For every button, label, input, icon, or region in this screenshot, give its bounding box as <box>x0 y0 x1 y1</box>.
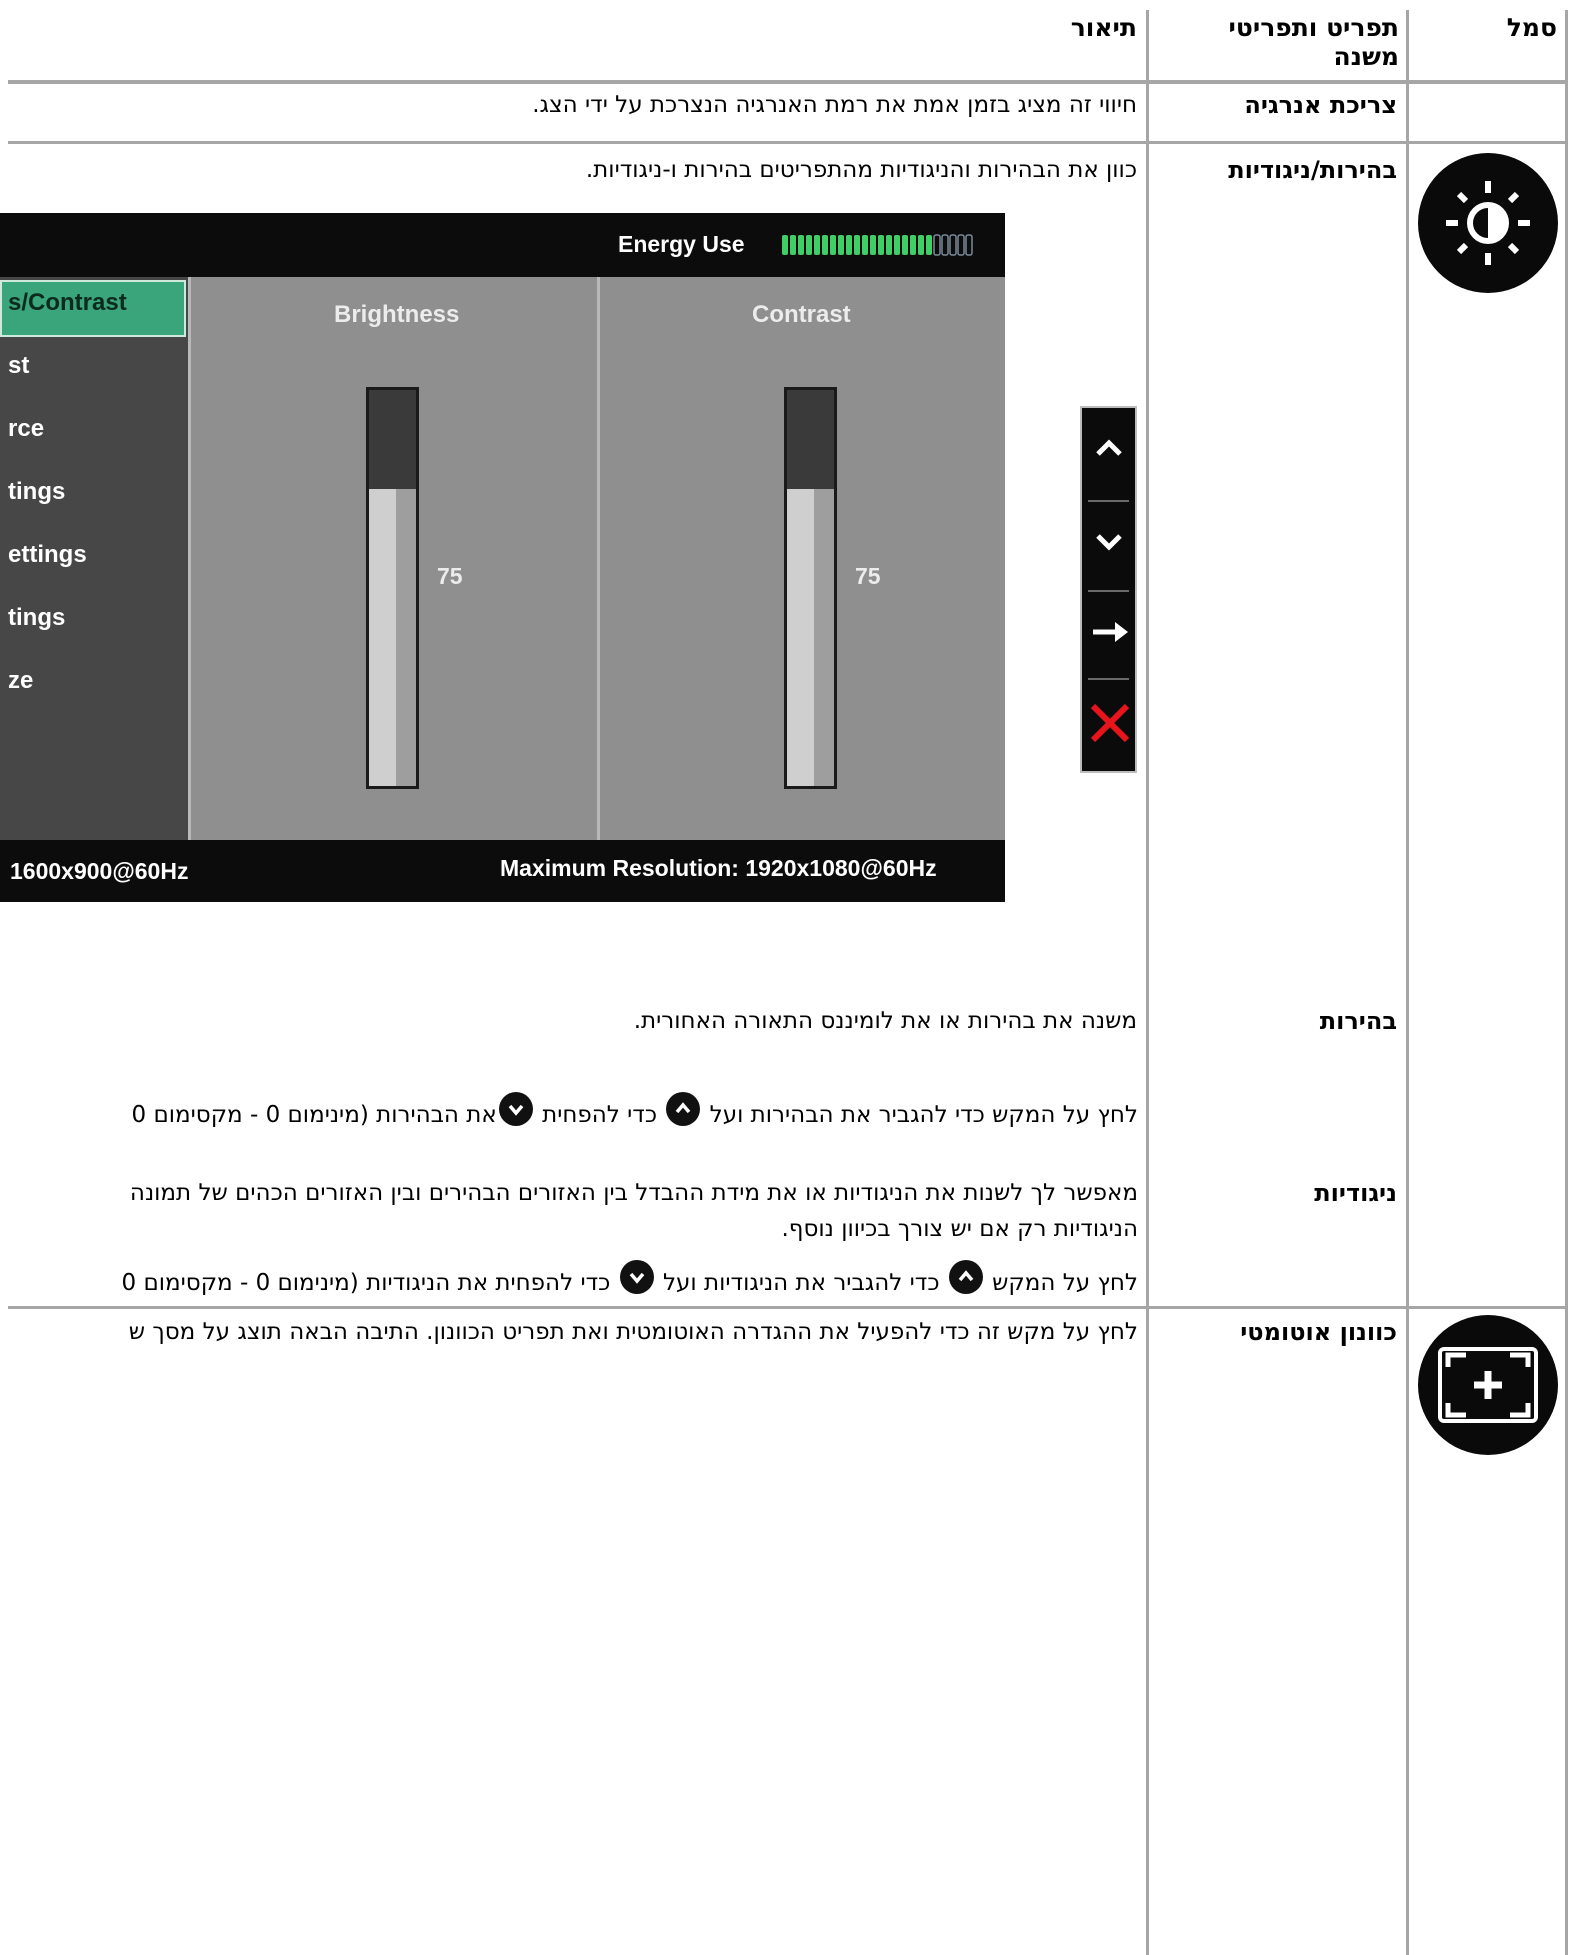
auto-adjust-item: כוונון אוטומטי <box>1240 1318 1397 1346</box>
energy-segment <box>926 235 932 255</box>
energy-segment <box>894 235 900 255</box>
osd-menu-item: st <box>8 352 30 379</box>
brightness-instruction-c: את הבהירות (מינימום 0 - מקסימום 0 <box>131 1102 497 1128</box>
contrast-item: ניגודיות <box>1314 1179 1397 1207</box>
osd-menu-item: rce <box>8 415 45 442</box>
brightness-contrast-desc: כוון את הבהירות והניגודיות מהתפריטים בהי… <box>585 157 1137 183</box>
osd-divider-mid <box>597 277 600 840</box>
close-icon <box>1090 703 1130 743</box>
energy-segment <box>830 235 836 255</box>
energy-segment <box>918 235 924 255</box>
osd-max-resolution: Maximum Resolution: 1920x1080@60Hz <box>500 855 937 881</box>
osd-screenshot: Energy Use s/Contrast st rce tings ettings ti… <box>0 213 1005 902</box>
osd-current-resolution: 1600x900@60Hz <box>10 858 189 884</box>
header-bottom-border <box>8 80 1568 84</box>
energy-segment <box>941 234 949 256</box>
contrast-slider-shade <box>814 489 834 786</box>
header-menu: תפריט ותפריטי משנה <box>1228 13 1399 71</box>
osd-energy-label: Energy Use <box>618 231 745 257</box>
osd-contrast-value: 75 <box>855 563 881 589</box>
energy-segment <box>782 235 788 255</box>
contrast-slider-empty <box>787 390 834 489</box>
energy-segment <box>798 235 804 255</box>
down-icon <box>1096 534 1122 551</box>
energy-segment <box>822 235 828 255</box>
energy-segment <box>814 235 820 255</box>
contrast-desc-clip: מאפשר לך לשנות את הניגודיות או את מידת ה… <box>8 1174 1138 1304</box>
contrast-instruction: לחץ על המקש כדי להגביר את הניגודיות ועל … <box>122 1260 1138 1298</box>
col-divider-menu-icon <box>1406 10 1409 1955</box>
header-description: תיאור <box>1070 13 1137 42</box>
osd-menu-item: tings <box>8 478 66 505</box>
auto-adjust-desc: לחץ על מקש זה כדי להפעיל את ההגדרה האוטו… <box>128 1319 1138 1345</box>
osd-contrast-title: Contrast <box>752 301 851 328</box>
down-button-icon <box>619 1260 654 1294</box>
contrast-desc-line2: הניגודיות רק אם יש צורך בכיוון נוסף. <box>781 1216 1138 1242</box>
energy-segment <box>790 235 796 255</box>
brightness-item: בהירות <box>1319 1007 1397 1035</box>
up-button-icon <box>666 1092 701 1126</box>
energy-segment <box>806 235 812 255</box>
brightness-slider-shade <box>396 489 416 786</box>
nav-separator <box>1088 500 1129 502</box>
osd-menu-item: ettings <box>8 541 87 568</box>
row-divider-energy <box>8 141 1568 144</box>
col-divider-desc-menu <box>1146 10 1149 1955</box>
energy-segment <box>870 235 876 255</box>
up-icon <box>1096 439 1122 456</box>
energy-meter <box>782 233 982 257</box>
contrast-slider <box>784 387 837 789</box>
energy-desc: חיווי זה מציג בזמן אמת את רמת האנרגיה הנ… <box>532 92 1137 118</box>
osd-brightness-title: Brightness <box>334 301 460 328</box>
osd-divider-left <box>188 277 191 840</box>
osd-menu-item-selected: s/Contrast <box>8 289 127 316</box>
brightness-desc: משנה את בהירות או את לומיננס התאורה האחו… <box>633 1008 1137 1034</box>
down-button-icon <box>498 1092 533 1126</box>
brightness-instruction-a: לחץ על המקש כדי להגביר את הבהירות ועל <box>709 1102 1138 1128</box>
brightness-instruction-b: כדי להפחית <box>542 1102 657 1128</box>
osd-brightness-value: 75 <box>437 563 463 589</box>
up-button-icon <box>948 1260 983 1294</box>
energy-segment <box>862 235 868 255</box>
brightness-slider-empty <box>369 390 416 489</box>
energy-item: צריכת אנרגיה <box>1244 91 1397 119</box>
brightness-contrast-item: בהירות/ניגודיות <box>1228 156 1397 184</box>
brightness-instruction-clip: לחץ על המקש כדי להגביר את הבהירות ועל כד… <box>8 1088 1138 1132</box>
osd-menu-item: ze <box>8 667 34 694</box>
nav-separator <box>1088 590 1129 592</box>
energy-segment <box>878 235 884 255</box>
contrast-instruction-b: כדי להגביר את הניגודיות ועל <box>662 1270 940 1296</box>
brightness-slider <box>366 387 419 789</box>
contrast-instruction-c: כדי להפחית את הניגודיות (מינימום 0 - מקס… <box>121 1270 611 1296</box>
energy-segment <box>902 235 908 255</box>
energy-segment <box>854 235 860 255</box>
brightness-instruction: לחץ על המקש כדי להגביר את הבהירות ועל כד… <box>132 1092 1138 1130</box>
energy-segment <box>933 234 941 256</box>
energy-segment <box>949 234 957 256</box>
right-arrow-icon <box>1093 622 1128 642</box>
energy-segment <box>838 235 844 255</box>
contrast-instruction-a: לחץ על המקש <box>992 1270 1138 1296</box>
nav-separator <box>1088 678 1129 680</box>
brightness-contrast-icon <box>1418 153 1558 293</box>
energy-segment <box>957 234 965 256</box>
auto-adjust-desc-clip: לחץ על מקש זה כדי להפעיל את ההגדרה האוטו… <box>8 1313 1138 1353</box>
energy-segment <box>846 235 852 255</box>
osd-menu-item: tings <box>8 604 66 631</box>
energy-segment <box>965 234 973 256</box>
monitor-nav-buttons <box>1080 406 1137 773</box>
energy-segment <box>910 235 916 255</box>
row-divider-auto-adjust <box>8 1306 1568 1309</box>
energy-segment <box>886 235 892 255</box>
contrast-desc-line1: מאפשר לך לשנות את הניגודיות או את מידת ה… <box>129 1180 1138 1206</box>
table-right-border <box>1565 10 1568 1955</box>
auto-adjust-icon <box>1418 1315 1558 1455</box>
header-icon: סמל <box>1506 13 1557 42</box>
